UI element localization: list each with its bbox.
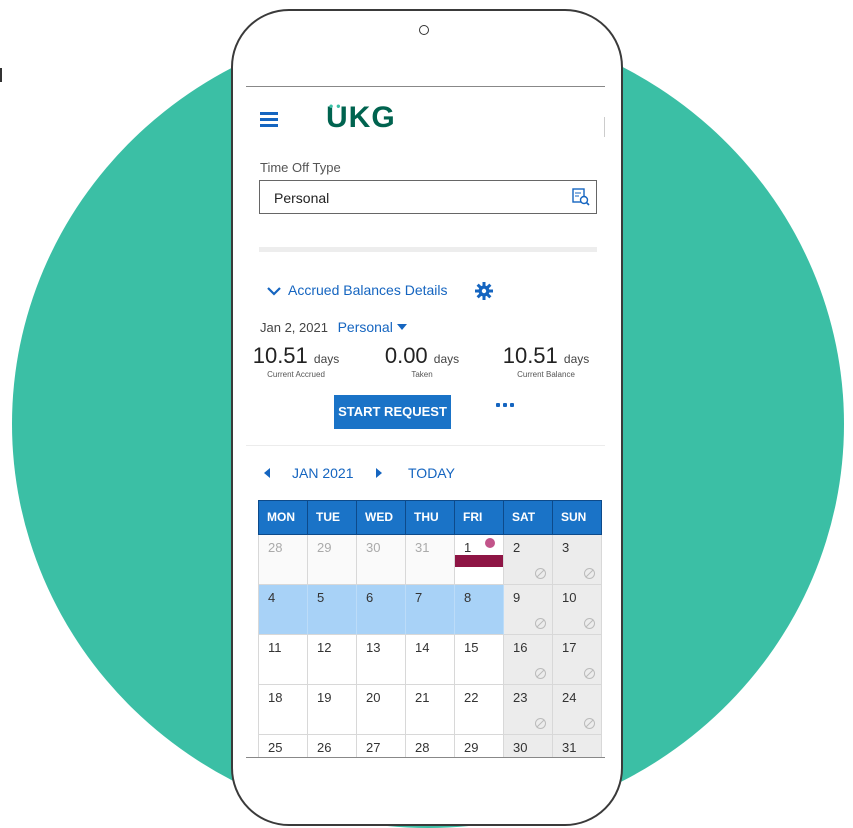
- ukg-logo: •• UKG: [326, 99, 396, 134]
- holiday-icon: [485, 538, 495, 548]
- non-working-day-icon: [584, 718, 595, 729]
- month-label[interactable]: JAN 2021: [292, 465, 353, 481]
- lookup-search-icon[interactable]: [572, 188, 590, 206]
- non-working-day-icon: [584, 568, 595, 579]
- calendar-week: 28 29 30 31 1 2 3: [258, 535, 602, 585]
- current-accrued-stat: 10.51 days Current Accrued: [252, 343, 340, 379]
- next-month-icon[interactable]: [376, 468, 382, 478]
- balance-type-dropdown[interactable]: Personal: [338, 319, 407, 335]
- calendar-week: 25 26 27 28 29 30 31: [258, 735, 602, 757]
- current-balance-stat: 10.51 days Current Balance: [502, 343, 590, 379]
- calendar-week: 4 5 6 7 8 9 10: [258, 585, 602, 635]
- calendar-day[interactable]: 9: [504, 585, 553, 635]
- calendar-day[interactable]: 14: [406, 635, 455, 685]
- calendar-day[interactable]: 11: [258, 635, 308, 685]
- calendar-day[interactable]: 10: [553, 585, 602, 635]
- calendar-day-selected[interactable]: 6: [357, 585, 406, 635]
- calendar-week: 11 12 13 14 15 16 17: [258, 635, 602, 685]
- non-working-day-icon: [535, 618, 546, 629]
- calendar-day[interactable]: 16: [504, 635, 553, 685]
- calendar-day-selected[interactable]: 4: [258, 585, 308, 635]
- calendar-day[interactable]: 18: [258, 685, 308, 735]
- month-calendar: MON TUE WED THU FRI SAT SUN 28 29 30 31 …: [258, 500, 602, 757]
- camera-icon: [419, 25, 429, 35]
- time-off-type-field[interactable]: Personal: [259, 180, 597, 214]
- calendar-week: 18 19 20 21 22 23 24: [258, 685, 602, 735]
- calendar-day[interactable]: 28: [258, 535, 308, 585]
- app-screen: •• UKG Time Off Type Personal Accrued Ba…: [246, 86, 605, 758]
- taken-stat: 0.00 days Taken: [384, 343, 460, 379]
- calendar-day[interactable]: 26: [308, 735, 357, 757]
- calendar-day[interactable]: 20: [357, 685, 406, 735]
- phone-frame: •• UKG Time Off Type Personal Accrued Ba…: [231, 9, 623, 826]
- calendar-day[interactable]: 30: [504, 735, 553, 757]
- non-working-day-icon: [584, 668, 595, 679]
- time-off-type-label: Time Off Type: [260, 160, 341, 175]
- time-off-type-value: Personal: [274, 190, 330, 206]
- app-header: •• UKG: [246, 87, 605, 157]
- calendar-day[interactable]: 24: [553, 685, 602, 735]
- calendar-day[interactable]: 15: [455, 635, 504, 685]
- calendar-day[interactable]: 17: [553, 635, 602, 685]
- calendar-day[interactable]: 23: [504, 685, 553, 735]
- non-working-day-icon: [535, 568, 546, 579]
- section-divider: [259, 247, 597, 252]
- calendar-day[interactable]: 29: [308, 535, 357, 585]
- holiday-bar: [455, 555, 503, 567]
- balance-date: Jan 2, 2021: [260, 320, 328, 335]
- weekday-tue: TUE: [308, 501, 357, 534]
- caret-down-icon: [396, 324, 407, 330]
- weekday-sat: SAT: [504, 501, 553, 534]
- weekday-sun: SUN: [561, 510, 587, 524]
- calendar-day[interactable]: 12: [308, 635, 357, 685]
- non-working-day-icon: [535, 718, 546, 729]
- weekday-wed: WED: [357, 501, 406, 534]
- calendar-day-selected[interactable]: 7: [406, 585, 455, 635]
- calendar-day[interactable]: 22: [455, 685, 504, 735]
- gear-icon[interactable]: [474, 281, 494, 301]
- calendar-day[interactable]: 13: [357, 635, 406, 685]
- previous-month-icon[interactable]: [264, 468, 270, 478]
- calendar-day[interactable]: 28: [406, 735, 455, 757]
- calendar-day-holiday[interactable]: 1: [455, 535, 504, 585]
- calendar-day[interactable]: 29: [455, 735, 504, 757]
- chevron-down-icon: [267, 287, 281, 296]
- edge-mark: [0, 68, 2, 82]
- more-options-icon[interactable]: [496, 403, 514, 409]
- calendar-day[interactable]: 3: [553, 535, 602, 585]
- calendar-day-selected[interactable]: 5: [308, 585, 357, 635]
- calendar-day[interactable]: 21: [406, 685, 455, 735]
- weekday-mon: MON: [259, 501, 308, 534]
- calendar-day[interactable]: 2: [504, 535, 553, 585]
- calendar-day[interactable]: 30: [357, 535, 406, 585]
- today-button[interactable]: TODAY: [408, 465, 455, 481]
- calendar-day[interactable]: 19: [308, 685, 357, 735]
- balance-date-row: Jan 2, 2021 Personal: [260, 319, 407, 335]
- non-working-day-icon: [535, 668, 546, 679]
- start-request-button[interactable]: START REQUEST: [334, 395, 451, 429]
- non-working-day-icon: [584, 618, 595, 629]
- calendar-day[interactable]: 31: [553, 735, 602, 757]
- calendar-nav: JAN 2021 TODAY: [260, 465, 590, 483]
- calendar-day-selected[interactable]: 8: [455, 585, 504, 635]
- calendar-day[interactable]: 31: [406, 535, 455, 585]
- weekday-fri: FRI: [455, 501, 504, 534]
- accrued-balances-label: Accrued Balances Details: [288, 282, 448, 298]
- calendar-day[interactable]: 27: [357, 735, 406, 757]
- weekday-thu: THU: [406, 501, 455, 534]
- section-divider: [246, 445, 605, 446]
- weekday-header: MON TUE WED THU FRI SAT SUN: [258, 500, 602, 535]
- hamburger-menu-icon[interactable]: [260, 112, 278, 128]
- calendar-day[interactable]: 25: [258, 735, 308, 757]
